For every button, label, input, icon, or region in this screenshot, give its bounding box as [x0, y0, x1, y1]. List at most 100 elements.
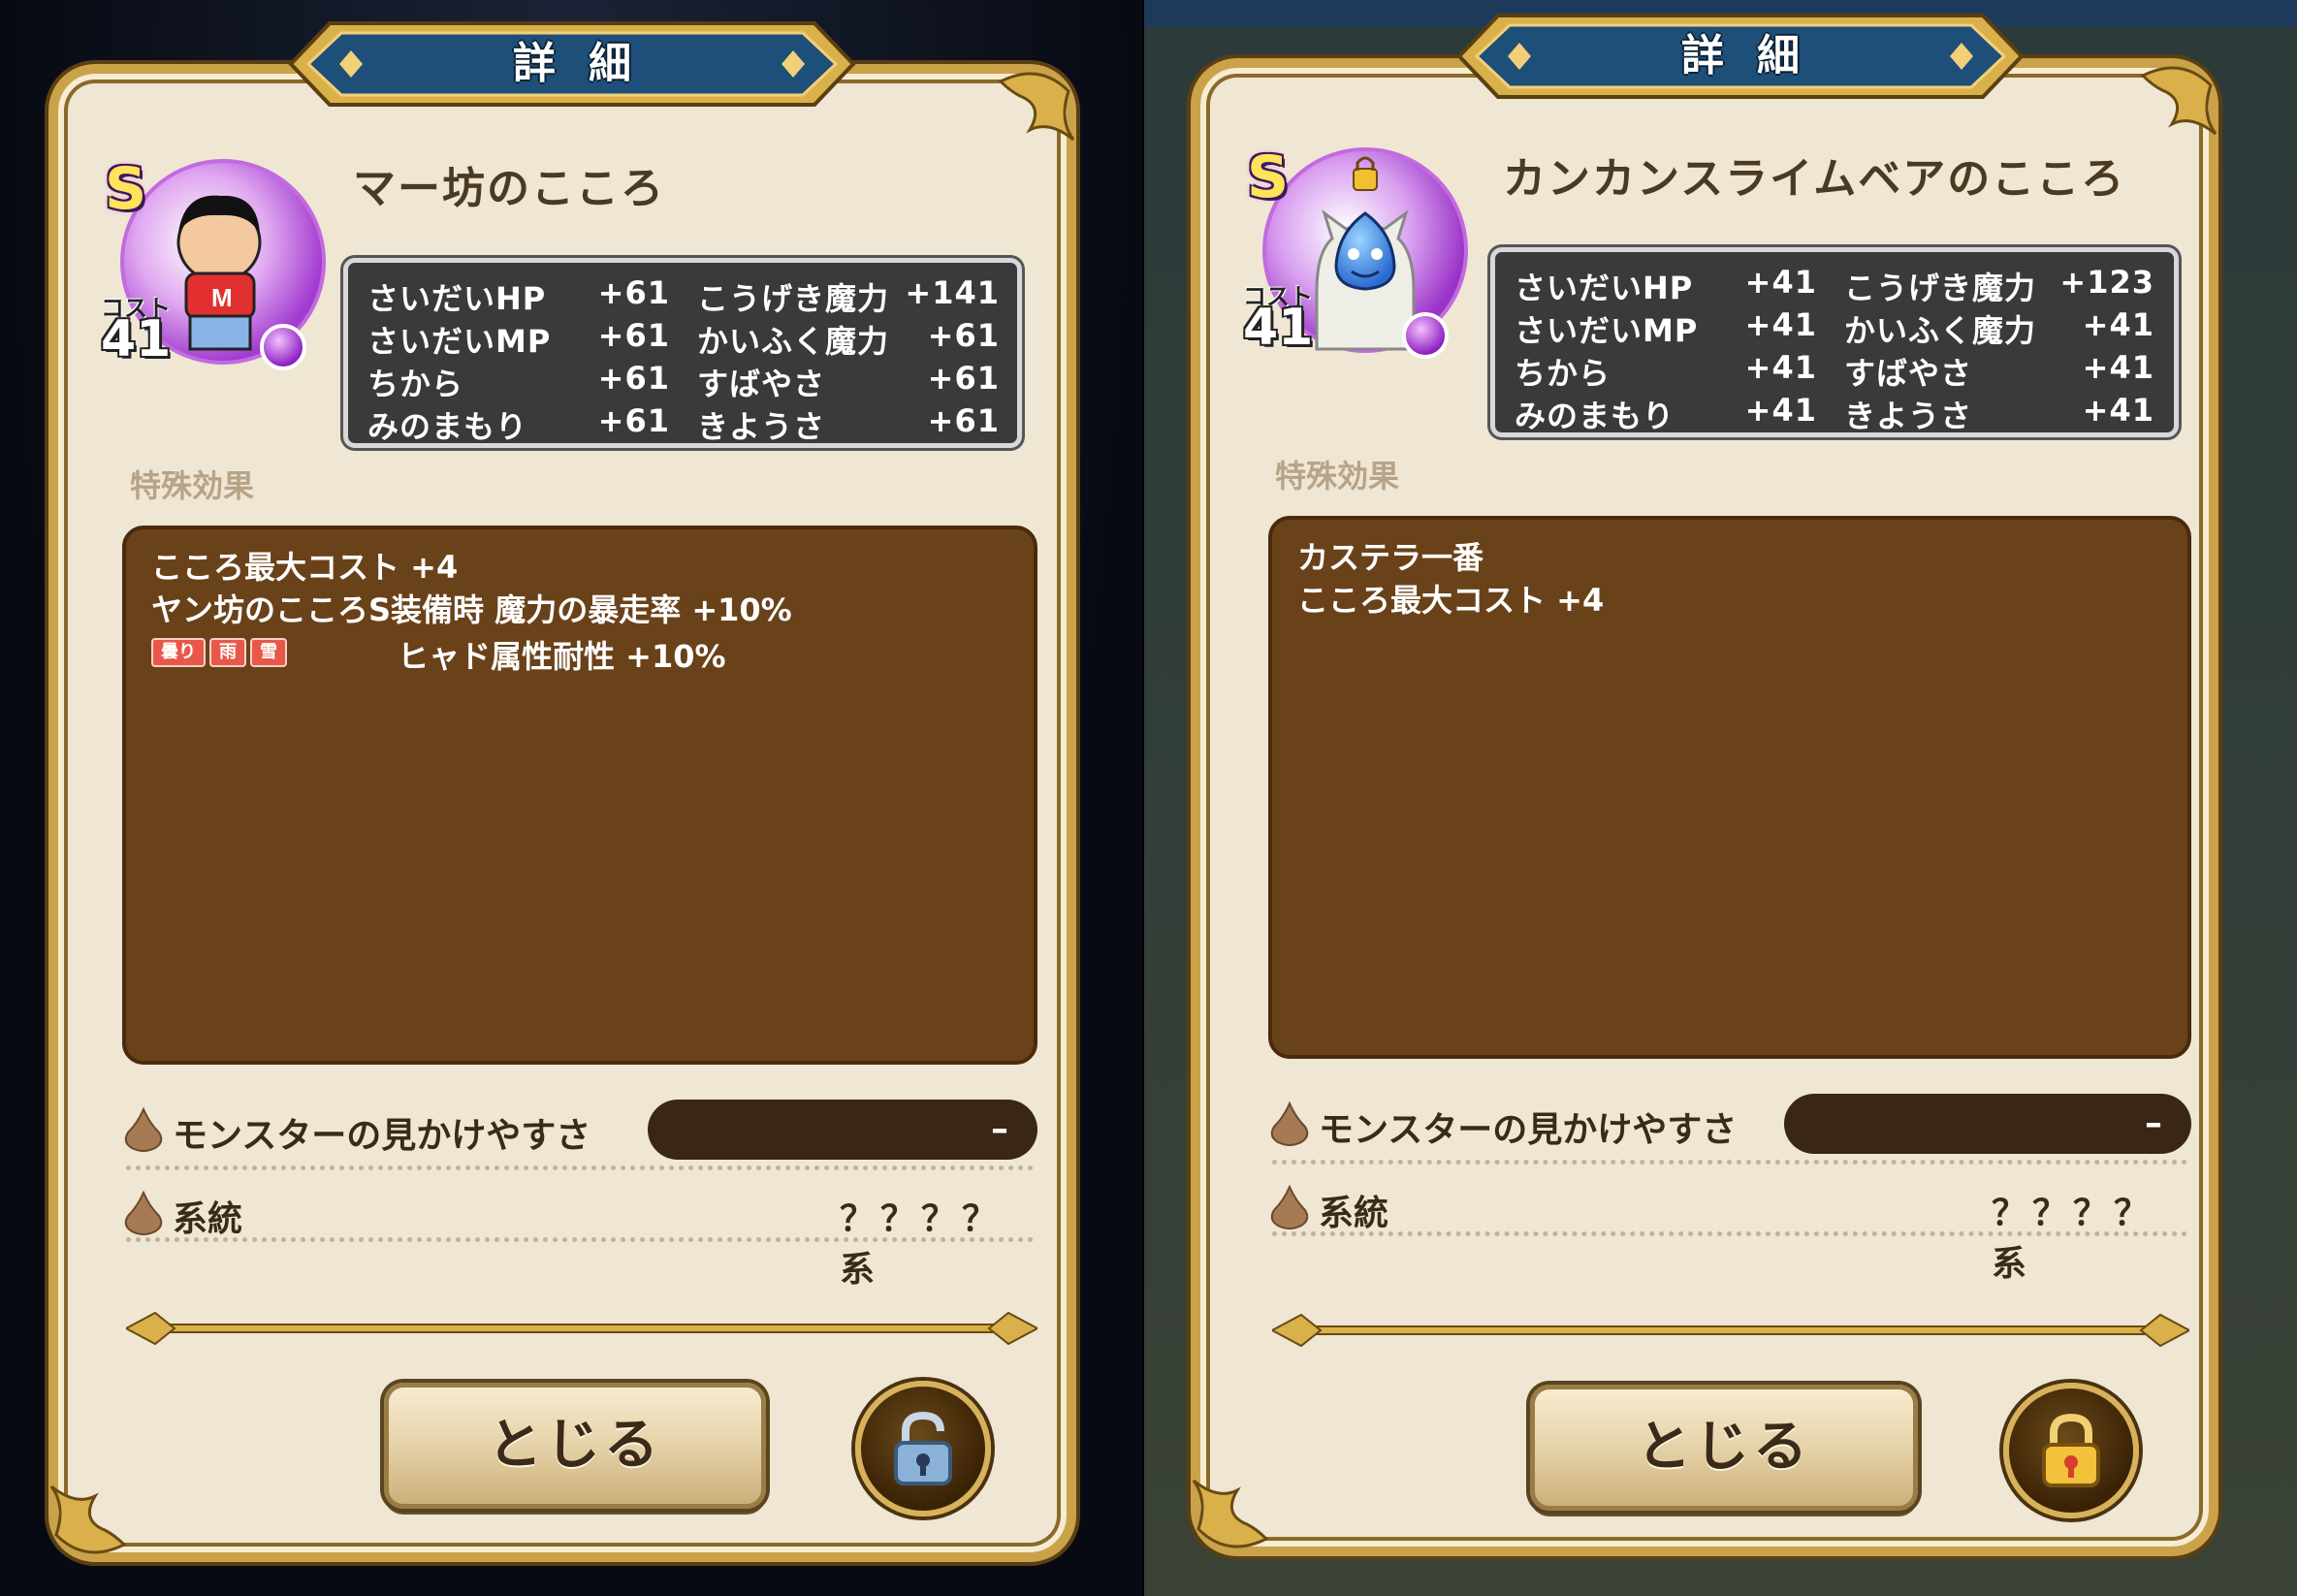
- stat-label: かいふく魔力: [1844, 312, 2037, 349]
- close-button-label: とじる: [488, 1414, 662, 1477]
- stat-value: +41: [2082, 349, 2154, 386]
- stat-label: かいふく魔力: [697, 323, 890, 360]
- lineage-label: 系統: [173, 1199, 243, 1239]
- special-effects-heading: 特殊効果: [130, 467, 255, 504]
- weather-tag-cloudy: 曇り: [151, 638, 206, 667]
- stat-row: さいだいHP +41 こうげき魔力 +123: [1495, 264, 2174, 306]
- special-effects-heading: 特殊効果: [1275, 458, 1400, 495]
- special-effects-box[interactable]: こころ最大コスト +4 ヤン坊のこころS装備時 魔力の暴走率 +10% 曇り雨雪…: [122, 526, 1037, 1065]
- visibility-bar: –: [648, 1100, 1037, 1160]
- stat-label: さいだいHP: [367, 280, 547, 317]
- divider: [1272, 1160, 2187, 1165]
- gold-ornament-bar: [1272, 1313, 2189, 1348]
- stat-value: +41: [1744, 264, 1817, 301]
- header-title: 詳細: [513, 39, 664, 88]
- stat-row: さいだいMP +41 かいふく魔力 +41: [1495, 306, 2174, 349]
- stat-row: みのまもり +61 きようさ +61: [348, 402, 1017, 445]
- stat-row: みのまもり +41 きようさ +41: [1495, 392, 2174, 434]
- divider: [1272, 1231, 2187, 1236]
- detail-panel: S コスト 41 カンカンスライムベアのこころ さいだいHP +41 こうげき魔…: [1191, 58, 2218, 1556]
- stat-value: +41: [2082, 306, 2154, 343]
- weather-tags: 曇り雨雪: [151, 638, 291, 667]
- stat-label: さいだいMP: [367, 323, 552, 360]
- close-button[interactable]: とじる: [384, 1383, 766, 1509]
- visibility-value: –: [991, 1109, 1008, 1149]
- stat-label: さいだいMP: [1515, 312, 1699, 349]
- left-detail-screen: M S コスト 41 マー坊のこころ さいだいHP +61 こうげき魔力 +14…: [0, 0, 1142, 1596]
- lineage-label: 系統: [1319, 1194, 1389, 1233]
- header-banner: 詳細: [1420, 10, 2060, 103]
- lock-icon: [2042, 1413, 2100, 1487]
- effect-line: こころ最大コスト +4: [151, 549, 459, 586]
- lock-toggle-button[interactable]: [2003, 1383, 2139, 1518]
- stat-value: +41: [2082, 392, 2154, 429]
- visibility-value: –: [2145, 1103, 2162, 1143]
- cost-value: 41: [1243, 299, 1314, 357]
- stat-label: すばやさ: [697, 366, 826, 402]
- ornament-corner-icon: [2140, 66, 2217, 136]
- weather-tag-rain: 雨: [209, 638, 246, 667]
- special-effects-box[interactable]: カステラ一番 こころ最大コスト +4: [1268, 516, 2191, 1059]
- gold-ornament-bar: [126, 1311, 1037, 1346]
- stat-label: ちから: [1515, 355, 1611, 392]
- stat-value: +61: [927, 360, 1000, 397]
- stat-label: みのまもり: [1515, 398, 1675, 434]
- stat-value: +61: [597, 402, 670, 439]
- rank-badge: S: [105, 155, 147, 223]
- lineage-row: 系統 ？？？？系: [1268, 1177, 2191, 1284]
- close-button[interactable]: とじる: [1530, 1385, 1918, 1511]
- close-button-label: とじる: [1637, 1416, 1811, 1479]
- header-title: 詳細: [1681, 31, 1833, 80]
- stat-value: +41: [1744, 306, 1817, 343]
- stat-row: ちから +61 すばやさ +61: [348, 360, 1017, 402]
- stat-label: さいだいHP: [1515, 270, 1694, 306]
- divider: [126, 1237, 1034, 1242]
- stat-value: +61: [597, 317, 670, 354]
- lock-toggle-button[interactable]: [855, 1381, 991, 1516]
- svg-text:M: M: [211, 283, 233, 312]
- stat-label: こうげき魔力: [697, 280, 890, 317]
- cost-value: 41: [101, 310, 172, 368]
- stats-table: さいだいHP +41 こうげき魔力 +123 さいだいMP +41 かいふく魔力…: [1490, 247, 2179, 437]
- stat-value: +61: [927, 317, 1000, 354]
- divider: [126, 1165, 1034, 1170]
- ornament-corner-icon: [998, 72, 1075, 142]
- stats-table: さいだいHP +61 こうげき魔力 +141 さいだいMP +61 かいふく魔力…: [343, 258, 1022, 448]
- ornament-corner-icon: [49, 1484, 127, 1554]
- stat-value: +123: [2059, 264, 2154, 301]
- visibility-label: モンスターの見かけやすさ: [173, 1116, 591, 1156]
- stat-value: +61: [927, 402, 1000, 439]
- drop-icon: [1270, 1185, 1309, 1229]
- stat-label: みのまもり: [367, 408, 528, 445]
- rank-badge: S: [1247, 144, 1290, 211]
- effect-line: こころ最大コスト +4: [1297, 582, 1605, 619]
- stat-value: +61: [597, 360, 670, 397]
- stat-label: こうげき魔力: [1844, 270, 2037, 306]
- detail-panel: M S コスト 41 マー坊のこころ さいだいHP +61 こうげき魔力 +14…: [48, 64, 1076, 1562]
- drop-icon: [124, 1191, 163, 1235]
- kokoro-name: カンカンスライムベアのこころ: [1503, 154, 2126, 204]
- visibility-row: モンスターの見かけやすさ –: [1268, 1094, 2191, 1154]
- stat-value: +41: [1744, 349, 1817, 386]
- header-banner: 詳細: [252, 17, 892, 111]
- stat-row: ちから +41 すばやさ +41: [1495, 349, 2174, 392]
- weather-effect-line: ヒャド属性耐性 +10%: [398, 638, 726, 675]
- stat-label: ちから: [367, 366, 464, 402]
- stat-label: きようさ: [1844, 398, 1973, 434]
- visibility-row: モンスターの見かけやすさ –: [122, 1100, 1037, 1160]
- drop-icon: [124, 1107, 163, 1152]
- stat-label: すばやさ: [1844, 355, 1973, 392]
- weather-tag-snow: 雪: [250, 638, 287, 667]
- stat-row: さいだいHP +61 こうげき魔力 +141: [348, 274, 1017, 317]
- stat-value: +61: [597, 274, 670, 311]
- stat-value: +41: [1744, 392, 1817, 429]
- lineage-row: 系統 ？？？？系: [122, 1183, 1037, 1290]
- right-detail-screen: S コスト 41 カンカンスライムベアのこころ さいだいHP +41 こうげき魔…: [1144, 0, 2297, 1596]
- drop-icon: [1270, 1101, 1309, 1146]
- stat-label: きようさ: [697, 408, 826, 445]
- effect-line: ヤン坊のこころS装備時 魔力の暴走率 +10%: [151, 591, 792, 628]
- visibility-bar: –: [1784, 1094, 2191, 1154]
- visibility-label: モンスターの見かけやすさ: [1319, 1110, 1738, 1150]
- effect-line: カステラ一番: [1297, 539, 1484, 576]
- stat-value: +141: [905, 274, 1000, 311]
